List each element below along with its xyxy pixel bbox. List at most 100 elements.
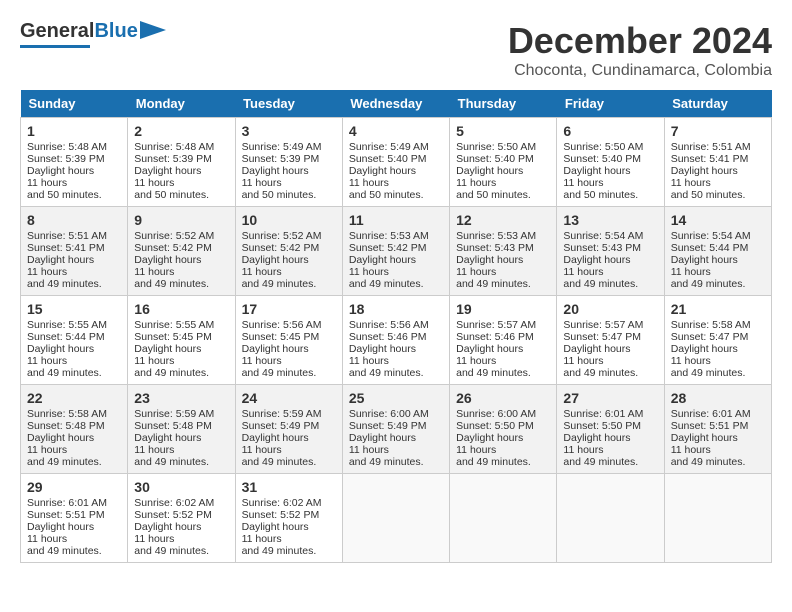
day-cell-29: 29Sunrise: 6:01 AMSunset: 5:51 PMDayligh… xyxy=(21,474,128,563)
day-number: 30 xyxy=(134,479,228,495)
day-cell-27: 27Sunrise: 6:01 AMSunset: 5:50 PMDayligh… xyxy=(557,385,664,474)
sunrise-time: Sunrise: 5:59 AM xyxy=(134,408,228,420)
day-number: 25 xyxy=(349,390,443,406)
day-cell-9: 9Sunrise: 5:52 AMSunset: 5:42 PMDaylight… xyxy=(128,207,235,296)
logo: GeneralBlue xyxy=(20,20,166,48)
sunset-time: Sunset: 5:42 PM xyxy=(242,242,336,254)
empty-cell xyxy=(342,474,449,563)
daylight-hours: Daylight hours 11 hours and 49 minutes. xyxy=(242,521,336,557)
day-number: 16 xyxy=(134,301,228,317)
daylight-hours: Daylight hours 11 hours and 49 minutes. xyxy=(456,254,550,290)
sunrise-time: Sunrise: 5:54 AM xyxy=(671,230,765,242)
day-cell-30: 30Sunrise: 6:02 AMSunset: 5:52 PMDayligh… xyxy=(128,474,235,563)
day-cell-17: 17Sunrise: 5:56 AMSunset: 5:45 PMDayligh… xyxy=(235,296,342,385)
daylight-hours: Daylight hours 11 hours and 49 minutes. xyxy=(27,432,121,468)
sunset-time: Sunset: 5:41 PM xyxy=(671,153,765,165)
daylight-hours: Daylight hours 11 hours and 49 minutes. xyxy=(563,343,657,379)
calendar-body: 1Sunrise: 5:48 AMSunset: 5:39 PMDaylight… xyxy=(21,118,772,563)
weekday-header-thursday: Thursday xyxy=(450,90,557,118)
sunrise-time: Sunrise: 5:53 AM xyxy=(349,230,443,242)
calendar-week-4: 22Sunrise: 5:58 AMSunset: 5:48 PMDayligh… xyxy=(21,385,772,474)
day-number: 1 xyxy=(27,123,121,139)
sunset-time: Sunset: 5:43 PM xyxy=(563,242,657,254)
day-cell-4: 4Sunrise: 5:49 AMSunset: 5:40 PMDaylight… xyxy=(342,118,449,207)
day-number: 31 xyxy=(242,479,336,495)
sunset-time: Sunset: 5:47 PM xyxy=(563,331,657,343)
sunset-time: Sunset: 5:43 PM xyxy=(456,242,550,254)
sunrise-time: Sunrise: 5:54 AM xyxy=(563,230,657,242)
day-number: 2 xyxy=(134,123,228,139)
weekday-header-tuesday: Tuesday xyxy=(235,90,342,118)
calendar-week-5: 29Sunrise: 6:01 AMSunset: 5:51 PMDayligh… xyxy=(21,474,772,563)
logo-arrow-icon xyxy=(140,21,166,39)
day-number: 28 xyxy=(671,390,765,406)
sunrise-time: Sunrise: 5:52 AM xyxy=(134,230,228,242)
daylight-hours: Daylight hours 11 hours and 49 minutes. xyxy=(27,254,121,290)
sunrise-time: Sunrise: 5:51 AM xyxy=(27,230,121,242)
sunrise-time: Sunrise: 5:58 AM xyxy=(27,408,121,420)
day-cell-28: 28 Sunrise: 6:01 AMSunset: 5:51 PMDayligh… xyxy=(664,385,771,474)
daylight-hours: Daylight hours 11 hours and 49 minutes. xyxy=(27,343,121,379)
daylight-hours: Daylight hours 11 hours and 50 minutes. xyxy=(671,165,765,201)
daylight-hours: Daylight hours 11 hours and 50 minutes. xyxy=(456,165,550,201)
day-number: 3 xyxy=(242,123,336,139)
daylight-hours: Daylight hours 11 hours and 49 minutes. xyxy=(671,343,765,379)
sunset-time: Sunset: 5:49 PM xyxy=(349,420,443,432)
daylight-hours: Daylight hours 11 hours and 49 minutes. xyxy=(242,432,336,468)
header: GeneralBlue December 2024 Choconta, Cund… xyxy=(20,20,772,80)
day-number: 20 xyxy=(563,301,657,317)
daylight-hours: Daylight hours 11 hours and 49 minutes. xyxy=(349,432,443,468)
sunset-time: Sunset: 5:51 PM xyxy=(671,420,765,432)
day-number: 9 xyxy=(134,212,228,228)
calendar-table: SundayMondayTuesdayWednesdayThursdayFrid… xyxy=(20,90,772,563)
sunset-time: Sunset: 5:51 PM xyxy=(27,509,121,521)
calendar-week-1: 1Sunrise: 5:48 AMSunset: 5:39 PMDaylight… xyxy=(21,118,772,207)
sunset-time: Sunset: 5:50 PM xyxy=(456,420,550,432)
sunrise-time: Sunrise: 5:56 AM xyxy=(349,319,443,331)
day-number: 19 xyxy=(456,301,550,317)
day-cell-6: 6Sunrise: 5:50 AMSunset: 5:40 PMDaylight… xyxy=(557,118,664,207)
day-cell-15: 15Sunrise: 5:55 AMSunset: 5:44 PMDayligh… xyxy=(21,296,128,385)
sunset-time: Sunset: 5:39 PM xyxy=(242,153,336,165)
weekday-header-wednesday: Wednesday xyxy=(342,90,449,118)
daylight-hours: Daylight hours 11 hours and 49 minutes. xyxy=(134,343,228,379)
sunrise-time: Sunrise: 6:02 AM xyxy=(242,497,336,509)
sunset-time: Sunset: 5:46 PM xyxy=(456,331,550,343)
calendar-week-2: 8Sunrise: 5:51 AMSunset: 5:41 PMDaylight… xyxy=(21,207,772,296)
weekday-header-friday: Friday xyxy=(557,90,664,118)
sunrise-time: Sunrise: 5:55 AM xyxy=(27,319,121,331)
day-cell-19: 19Sunrise: 5:57 AMSunset: 5:46 PMDayligh… xyxy=(450,296,557,385)
day-cell-1: 1Sunrise: 5:48 AMSunset: 5:39 PMDaylight… xyxy=(21,118,128,207)
day-number: 13 xyxy=(563,212,657,228)
sunrise-time: Sunrise: 5:55 AM xyxy=(134,319,228,331)
daylight-hours: Daylight hours 11 hours and 49 minutes. xyxy=(671,432,765,468)
day-cell-26: 26Sunrise: 6:00 AMSunset: 5:50 PMDayligh… xyxy=(450,385,557,474)
day-number: 7 xyxy=(671,123,765,139)
sunset-time: Sunset: 5:40 PM xyxy=(456,153,550,165)
daylight-hours: Daylight hours 11 hours and 49 minutes. xyxy=(134,432,228,468)
daylight-hours: Daylight hours 11 hours and 50 minutes. xyxy=(27,165,121,201)
sunrise-time: Sunrise: 5:50 AM xyxy=(563,141,657,153)
sunrise-time: Sunrise: 6:01 AM xyxy=(671,408,765,420)
daylight-hours: Daylight hours 11 hours and 49 minutes. xyxy=(563,432,657,468)
sunset-time: Sunset: 5:39 PM xyxy=(27,153,121,165)
sunset-time: Sunset: 5:41 PM xyxy=(27,242,121,254)
sunset-time: Sunset: 5:44 PM xyxy=(27,331,121,343)
sunrise-time: Sunrise: 5:56 AM xyxy=(242,319,336,331)
sunrise-time: Sunrise: 5:49 AM xyxy=(349,141,443,153)
day-cell-11: 11Sunrise: 5:53 AMSunset: 5:42 PMDayligh… xyxy=(342,207,449,296)
sunrise-time: Sunrise: 6:00 AM xyxy=(349,408,443,420)
daylight-hours: Daylight hours 11 hours and 49 minutes. xyxy=(349,254,443,290)
daylight-hours: Daylight hours 11 hours and 49 minutes. xyxy=(349,343,443,379)
sunset-time: Sunset: 5:40 PM xyxy=(563,153,657,165)
day-number: 10 xyxy=(242,212,336,228)
daylight-hours: Daylight hours 11 hours and 49 minutes. xyxy=(242,254,336,290)
day-cell-13: 13Sunrise: 5:54 AMSunset: 5:43 PMDayligh… xyxy=(557,207,664,296)
sunrise-time: Sunrise: 5:52 AM xyxy=(242,230,336,242)
sunset-time: Sunset: 5:45 PM xyxy=(242,331,336,343)
location-title: Choconta, Cundinamarca, Colombia xyxy=(508,62,772,80)
day-number: 26 xyxy=(456,390,550,406)
sunrise-time: Sunrise: 5:58 AM xyxy=(671,319,765,331)
sunrise-time: Sunrise: 5:59 AM xyxy=(242,408,336,420)
daylight-hours: Daylight hours 11 hours and 49 minutes. xyxy=(27,521,121,557)
